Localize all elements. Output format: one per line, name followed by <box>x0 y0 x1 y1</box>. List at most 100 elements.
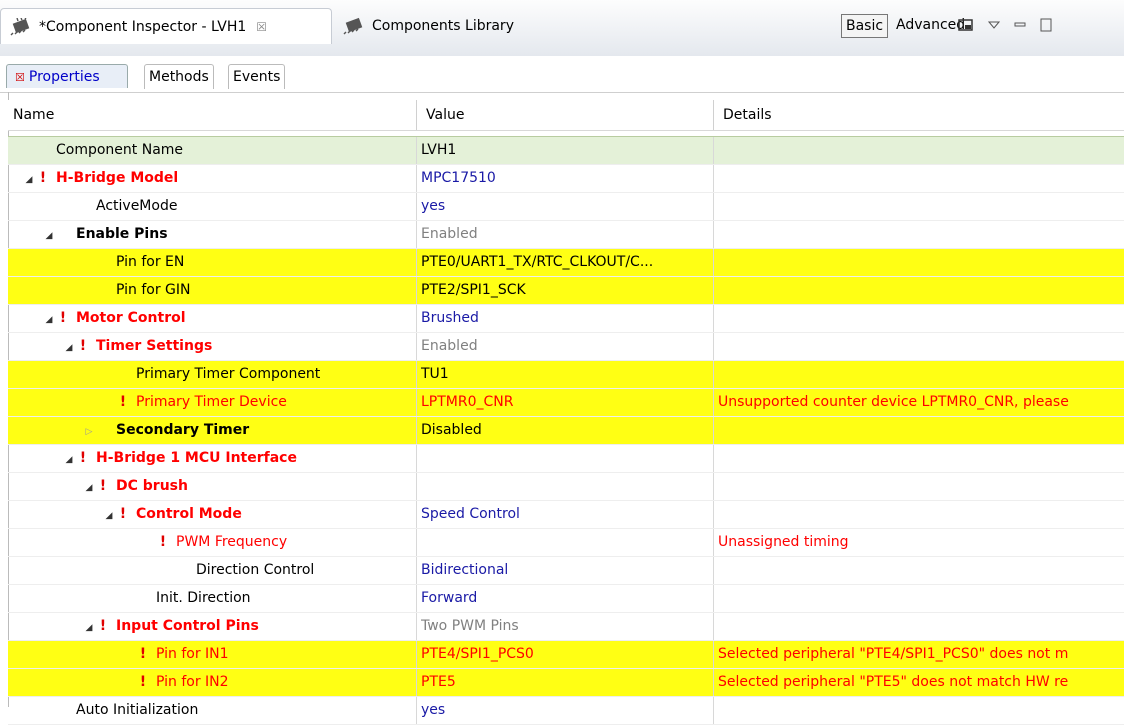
table-row[interactable]: ◢! Motor Control Brushed <box>8 305 1124 333</box>
property-label: Primary Timer Device <box>136 394 287 410</box>
table-row[interactable]: ! PWM Frequency Unassigned timing <box>8 529 1124 557</box>
column-divider <box>713 193 714 220</box>
property-label: Pin for EN <box>116 254 185 270</box>
table-row[interactable]: ◢! Timer Settings Enabled <box>8 333 1124 361</box>
column-header-value[interactable]: Value <box>421 100 716 130</box>
column-header-details[interactable]: Details <box>718 100 1123 130</box>
table-row[interactable]: ActiveMode yes <box>8 193 1124 221</box>
property-value-cell[interactable]: Disabled <box>421 417 711 444</box>
error-marker-icon: ! <box>139 674 147 690</box>
property-tree: Component Name LVH1 ◢! H-Bridge Model MPC175… <box>8 136 1124 725</box>
property-value-cell[interactable]: Enabled <box>421 221 711 248</box>
collapse-arrow-icon[interactable]: ◢ <box>102 503 116 528</box>
maximize-icon[interactable] <box>1040 18 1052 32</box>
column-divider <box>416 529 417 556</box>
column-divider <box>416 333 417 360</box>
table-row[interactable]: Direction Control Bidirectional <box>8 557 1124 585</box>
table-row[interactable]: Primary Timer Component TU1 <box>8 361 1124 389</box>
tab-components-library[interactable]: Components Library <box>336 8 514 44</box>
property-value-cell[interactable]: Two PWM Pins <box>421 613 711 640</box>
table-row[interactable]: ! Primary Timer Device LPTMR0_CNR Unsupport… <box>8 389 1124 417</box>
property-value-cell[interactable]: Brushed <box>421 305 711 332</box>
column-header-name[interactable]: Name <box>8 100 413 130</box>
error-marker-icon: ! <box>139 646 147 662</box>
column-divider[interactable] <box>713 100 714 130</box>
collapse-arrow-icon[interactable]: ◢ <box>62 447 76 472</box>
table-row[interactable]: ◢ Enable Pins Enabled <box>8 221 1124 249</box>
table-row[interactable]: ◢! Input Control Pins Two PWM Pins <box>8 613 1124 641</box>
table-row[interactable]: Auto Initialization yes <box>8 697 1124 725</box>
collapse-arrow-icon[interactable]: ◢ <box>62 335 76 360</box>
component-icon <box>343 17 363 35</box>
column-divider <box>713 641 714 668</box>
tab-component-inspector[interactable]: *Component Inspector - LVH1 ☒ <box>0 8 332 44</box>
tab-events[interactable]: Events <box>228 64 286 89</box>
property-value-cell[interactable]: PTE5 <box>421 669 711 696</box>
table-row[interactable]: ◢! H-Bridge Model MPC17510 <box>8 165 1124 193</box>
error-marker-icon: ! <box>119 394 127 410</box>
table-row[interactable]: ! Pin for IN1 PTE4/SPI1_PCS0 Selected perip… <box>8 641 1124 669</box>
advanced-button[interactable]: Advanced <box>896 14 965 36</box>
column-divider <box>416 389 417 416</box>
view-menu-icon[interactable] <box>988 20 1000 30</box>
expand-arrow-icon[interactable]: ▷ <box>82 419 96 444</box>
property-value-cell[interactable]: Speed Control <box>421 501 711 528</box>
table-row[interactable]: Init. Direction Forward <box>8 585 1124 613</box>
column-divider <box>713 221 714 248</box>
collapse-arrow-icon[interactable]: ◢ <box>82 615 96 640</box>
property-value-cell[interactable]: TU1 <box>421 361 711 388</box>
table-row[interactable]: ◢! Control Mode Speed Control <box>8 501 1124 529</box>
column-divider <box>416 445 417 472</box>
property-name-cell: Pin for GIN <box>8 277 490 304</box>
tab-methods[interactable]: Methods <box>144 64 214 89</box>
column-divider[interactable] <box>416 100 417 130</box>
table-row[interactable]: Pin for EN PTE0/UART1_TX/RTC_CLKOUT/C... <box>8 249 1124 277</box>
column-divider <box>416 417 417 444</box>
table-row[interactable]: ▷ Secondary Timer Disabled <box>8 417 1124 445</box>
property-value-cell[interactable]: Forward <box>421 585 711 612</box>
collapse-arrow-icon[interactable]: ◢ <box>42 307 56 332</box>
collapse-arrow-icon[interactable]: ◢ <box>22 167 36 192</box>
property-value-cell[interactable] <box>421 445 711 472</box>
error-marker-icon: ! <box>99 478 107 494</box>
property-value-cell[interactable]: PTE4/SPI1_PCS0 <box>421 641 711 668</box>
property-details-cell <box>718 333 1124 360</box>
property-value-cell[interactable]: Enabled <box>421 333 711 360</box>
property-value-cell[interactable]: yes <box>421 193 711 220</box>
property-value-cell[interactable]: PTE0/UART1_TX/RTC_CLKOUT/C... <box>421 249 711 276</box>
tab-properties[interactable]: ☒ Properties <box>6 64 128 88</box>
property-details-cell <box>718 613 1124 640</box>
property-details-cell: Unassigned timing <box>718 534 849 550</box>
collapse-arrow-icon[interactable]: ◢ <box>82 475 96 500</box>
property-label: Input Control Pins <box>116 618 259 634</box>
table-row[interactable]: ◢! H-Bridge 1 MCU Interface <box>8 445 1124 473</box>
table-row[interactable]: Component Name LVH1 <box>8 136 1124 165</box>
property-value-cell[interactable]: PTE2/SPI1_SCK <box>421 277 711 304</box>
column-divider <box>416 305 417 332</box>
property-value-cell[interactable] <box>421 529 711 556</box>
property-value-cell[interactable]: Bidirectional <box>421 557 711 584</box>
collapse-arrow-icon[interactable]: ◢ <box>42 223 56 248</box>
property-label: Init. Direction <box>156 590 251 606</box>
property-value-cell[interactable]: yes <box>421 697 711 724</box>
property-value-cell[interactable]: LPTMR0_CNR <box>421 389 711 416</box>
basic-button[interactable]: Basic <box>841 14 889 38</box>
minimize-icon[interactable] <box>1014 20 1026 30</box>
column-divider <box>713 585 714 612</box>
column-divider <box>713 445 714 472</box>
property-label: Primary Timer Component <box>136 366 321 382</box>
property-value-cell[interactable] <box>421 473 711 500</box>
table-row[interactable]: ◢! DC brush <box>8 473 1124 501</box>
view-mode-icon[interactable] <box>958 18 974 32</box>
table-row[interactable]: Pin for GIN PTE2/SPI1_SCK <box>8 277 1124 305</box>
tab-properties-label: Properties <box>28 69 100 85</box>
error-marker-icon: ! <box>119 506 127 522</box>
column-divider <box>713 669 714 696</box>
column-divider <box>416 473 417 500</box>
column-divider <box>713 361 714 388</box>
property-label: Direction Control <box>196 562 315 578</box>
table-row[interactable]: ! Pin for IN2 PTE5 Selected peripheral "PTE… <box>8 669 1124 697</box>
close-tab-icon[interactable]: ☒ <box>256 20 267 34</box>
property-value-cell[interactable]: MPC17510 <box>421 165 711 192</box>
property-value-cell[interactable]: LVH1 <box>421 137 711 164</box>
